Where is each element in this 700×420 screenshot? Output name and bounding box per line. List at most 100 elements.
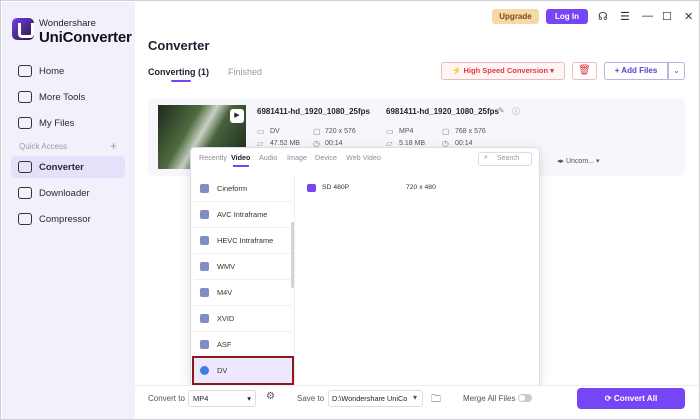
convert-all-label: Convert All <box>613 394 658 403</box>
target-duration: 00:14 <box>455 140 473 147</box>
format-label: DV <box>217 366 228 375</box>
tab-device[interactable]: Device <box>315 153 337 162</box>
chevron-down-icon[interactable]: ▾ <box>413 393 417 402</box>
format-list: Cineform AVC Intraframe HEVC Intraframe … <box>191 175 295 387</box>
sidebar-item-label: Compressor <box>39 213 91 225</box>
login-button[interactable]: Log In <box>546 9 588 24</box>
convert-all-button[interactable]: ⟳ Convert All <box>577 388 685 409</box>
convert-to-label: Convert to <box>148 394 185 403</box>
tab-audio[interactable]: Audio <box>259 153 277 162</box>
format-search-input[interactable]: Search <box>478 152 532 166</box>
save-to-field[interactable]: D:\Wondershare UniCo <box>328 390 423 407</box>
tab-recently[interactable]: Recently <box>199 153 227 162</box>
tab-underline <box>171 80 191 82</box>
maximize-icon[interactable]: ☐ <box>662 10 672 23</box>
chevron-down-icon: ⌄ <box>673 66 680 75</box>
info-icon[interactable]: ⓘ <box>512 106 520 117</box>
format-item-dv[interactable]: DV <box>192 356 294 385</box>
tab-image[interactable]: Image <box>287 153 307 162</box>
format-item-asf[interactable]: ASF <box>194 332 292 358</box>
target-size: 5.18 MB <box>399 140 426 147</box>
downloader-icon <box>18 187 32 199</box>
format-label: ASF <box>217 340 232 349</box>
video-format-icon <box>200 210 209 219</box>
video-resolution-icon <box>307 184 316 192</box>
source-format: DV <box>270 128 280 135</box>
upgrade-button[interactable]: Upgrade <box>492 9 539 24</box>
format-list-scrollbar[interactable] <box>291 222 294 288</box>
convert-icon: ⟳ <box>604 394 614 403</box>
format-item-xvid[interactable]: XVID <box>194 306 292 332</box>
video-format-icon <box>200 236 209 245</box>
quick-access-label: Quick Access <box>19 142 68 151</box>
folder-open-icon[interactable]: 🗀 <box>431 392 441 409</box>
merge-all-files-label: Merge All Files <box>463 394 516 403</box>
format-item-wmv[interactable]: WMV <box>194 254 292 280</box>
title-bar: Upgrade Log In ☊ ☰ — ☐ ✕ <box>135 2 699 32</box>
format-label: AVC Intraframe <box>217 210 268 219</box>
format-item-hevc-intraframe[interactable]: HEVC Intraframe <box>194 228 292 254</box>
format-label: M4V <box>217 288 233 297</box>
trash-icon: 🗑 <box>578 65 591 76</box>
delete-all-button[interactable]: 🗑 <box>572 62 597 80</box>
format-item-avc-intraframe[interactable]: AVC Intraframe <box>194 202 292 228</box>
sidebar-item-label: Home <box>39 65 65 77</box>
sidebar-item-label: More Tools <box>39 91 86 103</box>
headset-icon[interactable]: ☊ <box>598 10 608 23</box>
close-icon[interactable]: ✕ <box>684 10 693 23</box>
resolution-value: 720 x 480 <box>406 184 436 191</box>
source-duration: 00:14 <box>325 140 343 147</box>
page-title: Converter <box>148 38 210 53</box>
format-label: HEVC Intraframe <box>217 236 274 245</box>
format-item-m4v[interactable]: M4V <box>194 280 292 306</box>
merge-all-files-toggle[interactable] <box>518 394 532 402</box>
add-files-dropdown[interactable]: ⌄ <box>668 62 685 80</box>
xvid-icon <box>200 314 209 323</box>
play-icon[interactable]: ▶ <box>230 109 244 123</box>
source-resolution: 720 x 576 <box>325 128 356 135</box>
brand-top: Wondershare <box>39 18 96 29</box>
tab-video[interactable]: Video <box>231 153 250 162</box>
video-format-icon <box>200 288 209 297</box>
tab-converting[interactable]: Converting (1) <box>148 67 209 77</box>
source-size: 47.52 MB <box>270 140 300 147</box>
minimize-icon[interactable]: — <box>642 10 653 22</box>
sidebar-item-downloader[interactable]: Downloader <box>11 182 125 204</box>
quality-dropdown[interactable]: ◂▸ Uncom... ▾ <box>557 157 599 165</box>
save-to-label: Save to <box>297 394 325 403</box>
resolution-icon: ▢ <box>442 127 450 136</box>
toolbox-icon <box>18 91 32 103</box>
video-format-icon <box>200 184 209 193</box>
high-speed-conversion-button[interactable]: ⚡ High Speed Conversion ▾ <box>441 62 565 80</box>
menu-icon[interactable]: ☰ <box>620 10 630 23</box>
tab-web-video[interactable]: Web Video <box>346 153 381 162</box>
quality-label: Uncom... <box>565 158 594 165</box>
sidebar-item-more-tools[interactable]: More Tools <box>11 86 125 108</box>
format-label: WMV <box>217 262 236 271</box>
bolt-icon: ⚡ <box>452 66 464 75</box>
target-format: MP4 <box>399 128 414 135</box>
settings-icon[interactable]: ⚙ <box>266 391 275 402</box>
dv-icon <box>200 366 209 375</box>
resolution-icon: ▢ <box>313 127 321 136</box>
resolution-name: SD 480P <box>322 184 350 191</box>
format-tabs: Recently Video Audio Image Device Web Vi… <box>191 148 539 172</box>
sidebar-item-home[interactable]: Home <box>11 60 125 82</box>
app-window: Wondershare UniConverter Home More Tools… <box>0 0 700 420</box>
sidebar-item-label: Converter <box>39 161 84 173</box>
sidebar-item-label: Downloader <box>39 187 90 199</box>
compressor-icon <box>18 213 32 225</box>
format-panel: Recently Video Audio Image Device Web Vi… <box>190 147 540 387</box>
convert-to-dropdown[interactable]: MP4 ▾ <box>188 390 256 407</box>
sidebar-item-compressor[interactable]: Compressor <box>11 208 125 230</box>
sidebar-item-converter[interactable]: Converter <box>11 156 125 178</box>
quick-access-add-button[interactable]: + <box>110 139 117 153</box>
tab-finished[interactable]: Finished <box>228 67 262 77</box>
target-file-name: 6981411-hd_1920_1080_25fps <box>386 107 499 116</box>
resolution-option-sd-480p[interactable]: SD 480P 720 x 480 <box>301 182 526 196</box>
edit-icon[interactable]: ✎ <box>498 106 505 115</box>
format-item-cineform[interactable]: Cineform <box>194 176 292 202</box>
sidebar-item-my-files[interactable]: My Files <box>11 112 125 134</box>
files-icon <box>18 117 32 129</box>
add-files-button[interactable]: + Add Files <box>604 62 668 80</box>
